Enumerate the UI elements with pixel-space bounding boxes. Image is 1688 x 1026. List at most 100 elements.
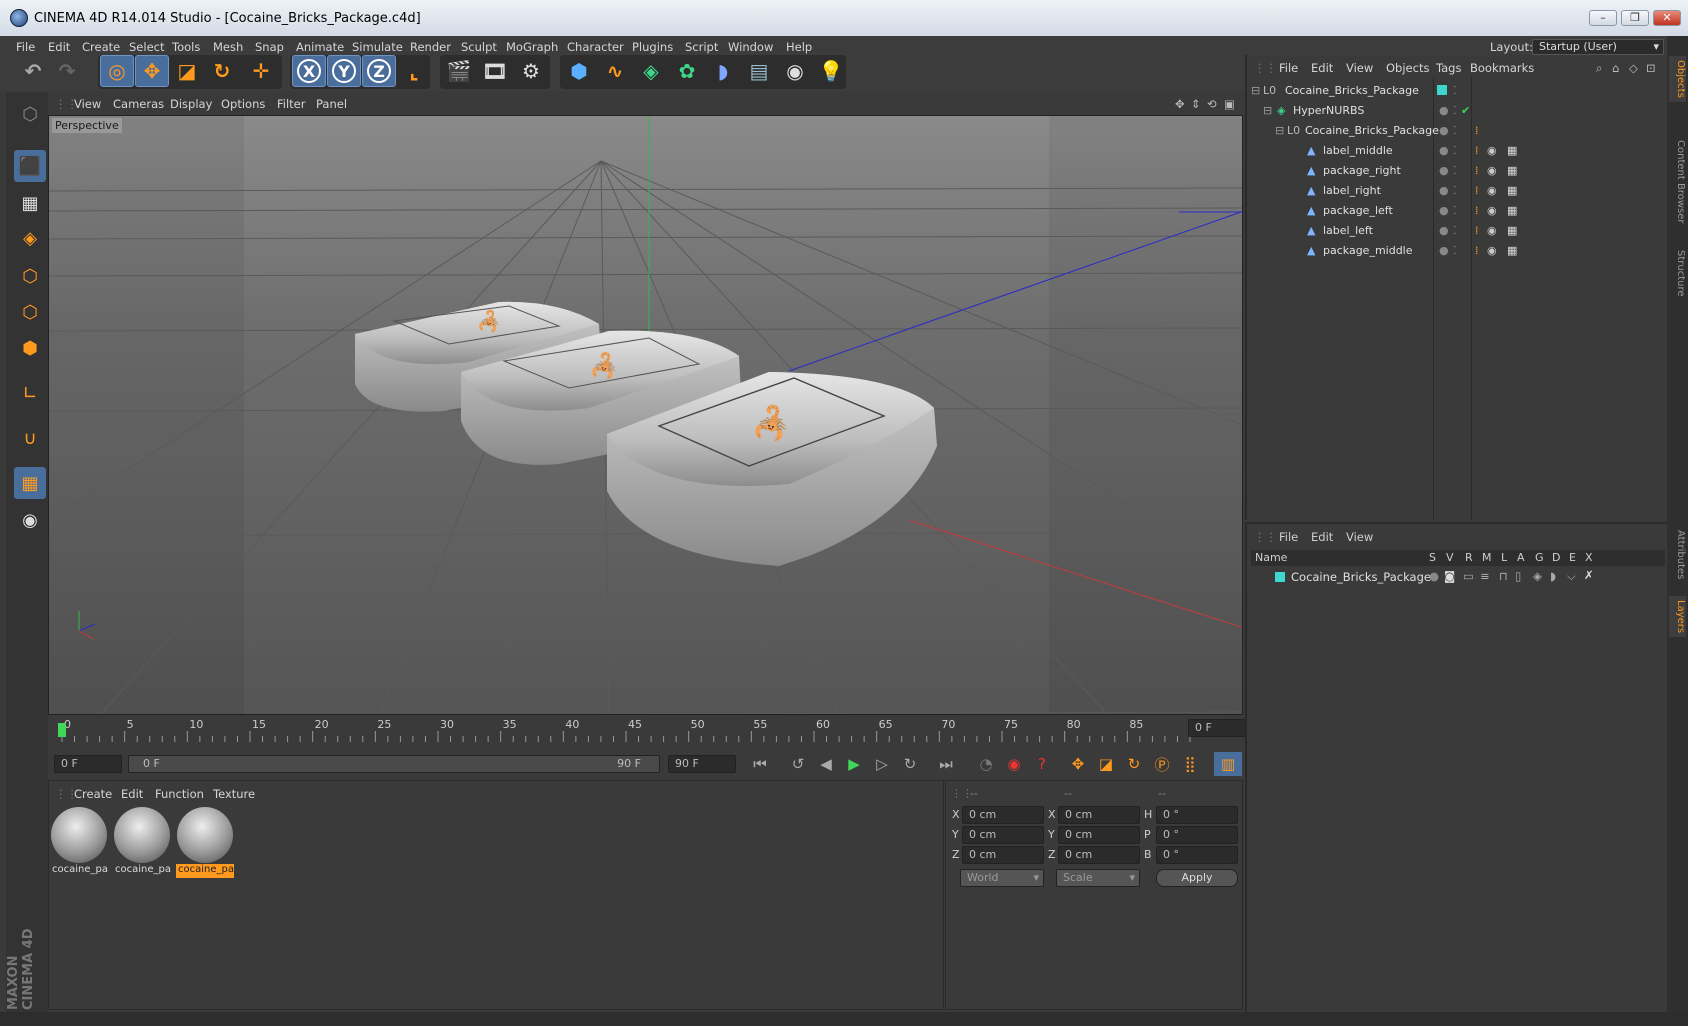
viewport-menu-cameras[interactable]: Cameras (113, 97, 164, 111)
rotation-p-field[interactable]: 0 ° (1156, 826, 1238, 844)
new-window-icon[interactable]: ⊡ (1646, 61, 1656, 75)
expand-toggle-icon[interactable]: ⊟ (1251, 84, 1260, 97)
phong-tag-icon[interactable]: ⁞ (1475, 164, 1479, 177)
next-key-icon[interactable]: ↻ (896, 752, 924, 776)
phong-tag-icon[interactable]: ⁞ (1475, 244, 1479, 257)
play-icon[interactable]: ▶ (840, 752, 868, 776)
render-icon[interactable]: ▭ (1463, 569, 1474, 583)
pan-icon[interactable]: ✥ (1175, 97, 1185, 111)
camera-icon[interactable]: ◉ (778, 55, 812, 87)
key-scale-icon[interactable]: ◪ (1092, 752, 1120, 776)
texture-mode-icon[interactable]: ▦ (14, 187, 46, 219)
layer-menu-view[interactable]: View (1346, 530, 1373, 544)
uvw-tag-icon[interactable]: ▦ (1507, 224, 1517, 237)
nurbs-icon[interactable]: ◈ (634, 55, 668, 87)
z-axis-lock[interactable]: Z (362, 55, 396, 87)
key-parameter-icon[interactable]: Ⓟ (1148, 752, 1176, 776)
material-menu-texture[interactable]: Texture (213, 787, 255, 801)
keyframe-selection-icon[interactable]: ? (1028, 752, 1056, 776)
menu-character[interactable]: Character (567, 40, 624, 54)
column-locked[interactable]: L (1501, 551, 1507, 564)
visibility-dots-icon[interactable]: ⁚ (1453, 164, 1457, 177)
goto-start-icon[interactable]: ⏮ (746, 752, 774, 776)
uvw-tag-icon[interactable]: ▦ (1507, 144, 1517, 157)
menu-tools[interactable]: Tools (172, 40, 200, 54)
deformer-icon[interactable]: ◗ (1550, 569, 1556, 583)
close-button[interactable]: ✕ (1653, 10, 1681, 26)
column-xrefs[interactable]: X (1585, 551, 1593, 564)
material-menu-edit[interactable]: Edit (121, 787, 143, 801)
collapse-icon[interactable]: ◇ (1629, 61, 1638, 75)
material-menu-function[interactable]: Function (155, 787, 204, 801)
tab-objects[interactable]: Objects (1669, 56, 1686, 102)
material-tag-icon[interactable]: ◉ (1487, 184, 1497, 197)
object-row[interactable]: ▲ package_left ● ⁚ ⁞ ◉ ▦ (1247, 201, 1667, 221)
snap-magnet-icon[interactable]: ∪ (14, 422, 46, 454)
render-picture-viewer-icon[interactable]: 🎞 (478, 55, 512, 87)
object-menu-edit[interactable]: Edit (1311, 61, 1333, 75)
make-editable-icon[interactable]: ⬡ (14, 98, 46, 130)
lock-icon[interactable]: ⊓ (1499, 569, 1508, 583)
manager-icon[interactable]: ≡ (1480, 569, 1490, 583)
object-menu-tags[interactable]: Tags (1436, 61, 1461, 75)
eye-icon[interactable]: ◙ (1444, 569, 1455, 583)
object-menu-bookmarks[interactable]: Bookmarks (1470, 61, 1534, 75)
autokey-icon[interactable]: ◉ (1000, 752, 1028, 776)
object-row[interactable]: ▲ label_left ● ⁚ ⁞ ◉ ▦ (1247, 221, 1667, 241)
edges-mode-icon[interactable]: ⬡ (14, 296, 46, 328)
phong-tag-icon[interactable]: ⁞ (1475, 204, 1479, 217)
minimize-button[interactable]: – (1589, 10, 1617, 26)
viewport-menu-filter[interactable]: Filter (277, 97, 305, 111)
column-view[interactable]: V (1446, 551, 1454, 564)
tab-attributes[interactable]: Attributes (1669, 526, 1686, 583)
menu-mesh[interactable]: Mesh (213, 40, 243, 54)
tab-structure[interactable]: Structure (1669, 246, 1686, 301)
enabled-check-icon[interactable]: ✔ (1461, 104, 1470, 117)
menu-snap[interactable]: Snap (255, 40, 284, 54)
solo-icon[interactable]: ● (1429, 569, 1439, 583)
key-position-icon[interactable]: ✥ (1064, 752, 1092, 776)
xref-icon[interactable]: ✗ (1584, 568, 1594, 582)
polygons-mode-icon[interactable]: ⬢ (14, 332, 46, 364)
column-animation[interactable]: A (1517, 551, 1525, 564)
menu-script[interactable]: Script (685, 40, 718, 54)
menu-sculpt[interactable]: Sculpt (461, 40, 497, 54)
visibility-dot-icon[interactable]: ● (1439, 224, 1449, 237)
material-tag-icon[interactable]: ◉ (1487, 244, 1497, 257)
home-icon[interactable]: ⌂ (1612, 61, 1619, 75)
material-tag-icon[interactable]: ◉ (1487, 164, 1497, 177)
menu-create[interactable]: Create (82, 40, 120, 54)
scale-icon[interactable]: ◪ (170, 55, 204, 87)
layer-color-chip[interactable] (1275, 572, 1285, 582)
cube-icon[interactable]: ⬢ (562, 55, 596, 87)
visibility-dots-icon[interactable]: ⁚ (1453, 244, 1457, 257)
visibility-dots-icon[interactable]: ⁚ (1453, 204, 1457, 217)
column-name[interactable]: Name (1255, 551, 1287, 564)
maximize-view-icon[interactable]: ▣ (1224, 97, 1235, 111)
layer-menu-file[interactable]: File (1279, 530, 1298, 544)
key-pla-icon[interactable]: ⣿ (1176, 752, 1204, 776)
start-frame-field[interactable]: 0 F (54, 755, 122, 773)
coordinate-system-icon[interactable]: ⌞ (397, 55, 431, 87)
orbit-icon[interactable]: ⟲ (1207, 97, 1217, 111)
visibility-dot-icon[interactable]: ● (1439, 244, 1449, 257)
live-selection-icon[interactable]: ◎ (100, 55, 134, 87)
menu-animate[interactable]: Animate (296, 40, 344, 54)
perspective-viewport[interactable]: 🦂 🦂 🦂 Perspective (48, 115, 1243, 715)
visibility-dot-icon[interactable]: ● (1439, 184, 1449, 197)
phong-tag-icon[interactable]: ⁞ (1475, 184, 1479, 197)
material-tag-icon[interactable]: ◉ (1487, 224, 1497, 237)
visibility-dot-icon[interactable]: ● (1439, 124, 1449, 137)
size-mode-select[interactable]: Scale ▾ (1056, 869, 1140, 887)
menu-select[interactable]: Select (129, 40, 164, 54)
render-settings-icon[interactable]: ⚙ (514, 55, 548, 87)
material-tag-icon[interactable]: ◉ (1487, 144, 1497, 157)
object-row[interactable]: ⊟ L0 Cocaine_Bricks_Package ⁚ (1247, 81, 1667, 101)
visibility-dot-icon[interactable]: ● (1439, 164, 1449, 177)
next-frame-icon[interactable]: ▷ (868, 752, 896, 776)
viewport-menu-panel[interactable]: Panel (316, 97, 347, 111)
move-icon[interactable]: ✥ (135, 55, 169, 87)
key-rotation-icon[interactable]: ↻ (1120, 752, 1148, 776)
search-icon[interactable]: ⌕ (1596, 61, 1602, 76)
light-icon[interactable]: 💡 (814, 55, 848, 87)
